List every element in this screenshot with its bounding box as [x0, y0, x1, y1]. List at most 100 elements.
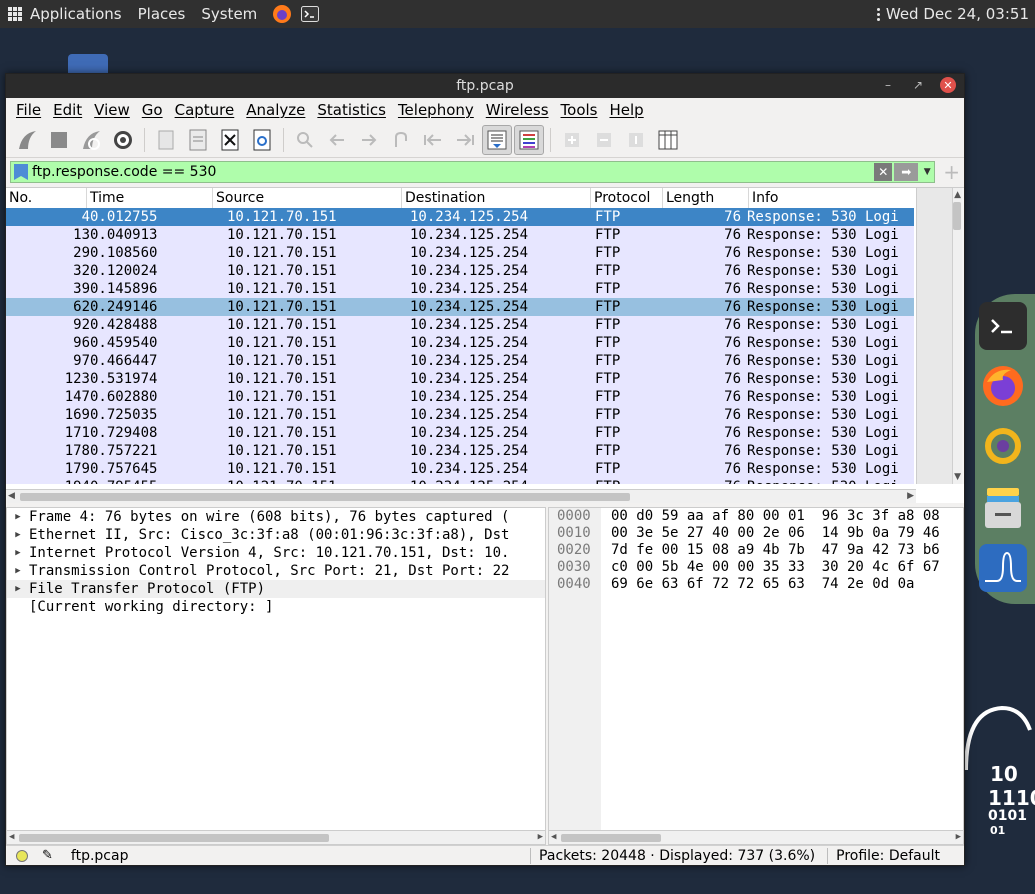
- scroll-right-icon[interactable]: ▶: [907, 491, 914, 501]
- edit-comment-icon[interactable]: ✎: [42, 848, 53, 863]
- zoom-out-icon[interactable]: [589, 125, 619, 155]
- table-row[interactable]: 32 0.120024 10.121.70.151 10.234.125.254 FTP…: [6, 262, 914, 280]
- title-bar[interactable]: ftp.pcap – ↗ ✕: [6, 74, 964, 98]
- menu-telephony[interactable]: Telephony: [392, 101, 480, 119]
- scroll-left-icon[interactable]: ◀: [8, 491, 15, 501]
- tree-item[interactable]: [Current working directory: ]: [7, 598, 545, 616]
- details-hscroll-thumb[interactable]: [19, 834, 329, 842]
- col-header-no[interactable]: No.: [6, 188, 87, 208]
- applications-menu[interactable]: Applications: [0, 0, 130, 28]
- dock-files-icon[interactable]: [979, 484, 1027, 532]
- firefox-launcher-icon[interactable]: [271, 3, 293, 25]
- maximize-button[interactable]: ↗: [910, 77, 926, 93]
- places-menu[interactable]: Places: [130, 0, 194, 28]
- table-row[interactable]: 178 0.757221 10.121.70.151 10.234.125.254 FT…: [6, 442, 914, 460]
- bytes-hscroll[interactable]: ◀ ▶: [549, 830, 963, 844]
- table-row[interactable]: 4 0.012755 10.121.70.151 10.234.125.254 FTP 7…: [6, 208, 914, 226]
- col-header-destination[interactable]: Destination: [402, 188, 591, 208]
- colorize-icon[interactable]: [514, 124, 544, 155]
- menu-analyze[interactable]: Analyze: [240, 101, 311, 119]
- autoscroll-icon[interactable]: [482, 124, 512, 155]
- expand-arrow-icon[interactable]: ▶: [7, 526, 29, 544]
- find-packet-icon[interactable]: [290, 125, 320, 155]
- details-hscroll[interactable]: ◀ ▶: [7, 830, 545, 844]
- open-file-icon[interactable]: [151, 125, 181, 155]
- byte-hex-row[interactable]: 00 3e 5e 27 40 00 2e 06 14 9b 0a 79 46: [611, 525, 940, 542]
- byte-hex-row[interactable]: 69 6e 63 6f 72 72 65 63 74 2e 0d 0a: [611, 576, 940, 593]
- byte-hex-row[interactable]: 00 d0 59 aa af 80 00 01 96 3c 3f a8 08: [611, 508, 940, 525]
- tree-item[interactable]: ▶ Internet Protocol Version 4, Src: 10.12…: [7, 544, 545, 562]
- col-header-protocol[interactable]: Protocol: [591, 188, 663, 208]
- table-row[interactable]: 1940.79545510.121.70.15110.234.125.254FT…: [6, 478, 914, 484]
- menu-capture[interactable]: Capture: [169, 101, 241, 119]
- scroll-up-icon[interactable]: ▲: [954, 190, 961, 200]
- table-row[interactable]: 169 0.725035 10.121.70.151 10.234.125.254 FT…: [6, 406, 914, 424]
- menu-go[interactable]: Go: [136, 101, 169, 119]
- table-row[interactable]: 147 0.602880 10.121.70.151 10.234.125.254 FT…: [6, 388, 914, 406]
- menu-help[interactable]: Help: [603, 101, 649, 119]
- table-row[interactable]: 13 0.040913 10.121.70.151 10.234.125.254 FTP…: [6, 226, 914, 244]
- details-scroll-right-icon[interactable]: ▶: [538, 832, 543, 842]
- col-header-time[interactable]: Time: [87, 188, 213, 208]
- table-row[interactable]: 171 0.729408 10.121.70.151 10.234.125.254 FT…: [6, 424, 914, 442]
- apply-filter-icon[interactable]: ➡: [894, 163, 919, 181]
- expand-arrow-icon[interactable]: ▶: [7, 508, 29, 526]
- terminal-launcher-icon[interactable]: [299, 3, 321, 25]
- menu-tools[interactable]: Tools: [555, 101, 604, 119]
- normal-size-icon[interactable]: [621, 125, 651, 155]
- add-filter-button-icon[interactable]: +: [943, 160, 960, 184]
- resize-columns-icon[interactable]: [653, 125, 683, 155]
- table-row[interactable]: 123 0.531974 10.121.70.151 10.234.125.254 FT…: [6, 370, 914, 388]
- tree-item[interactable]: ▶ Transmission Control Protocol, Src Port…: [7, 562, 545, 580]
- scroll-down-icon[interactable]: ▼: [954, 472, 961, 482]
- tree-item[interactable]: ▶ Frame 4: 76 bytes on wire (608 bits), 7…: [7, 508, 545, 526]
- table-row[interactable]: 179 0.757645 10.121.70.151 10.234.125.254 FT…: [6, 460, 914, 478]
- close-button[interactable]: ✕: [940, 77, 956, 93]
- expand-arrow-icon[interactable]: ▶: [7, 580, 29, 598]
- menu-edit[interactable]: Edit: [47, 101, 88, 119]
- col-header-source[interactable]: Source: [213, 188, 402, 208]
- go-back-icon[interactable]: [322, 125, 352, 155]
- table-row[interactable]: 92 0.428488 10.121.70.151 10.234.125.254 FTP…: [6, 316, 914, 334]
- clock[interactable]: Wed Dec 24, 03:51: [876, 0, 1029, 28]
- table-row[interactable]: 62 0.249146 10.121.70.151 10.234.125.254 FTP…: [6, 298, 914, 316]
- go-forward-icon[interactable]: [354, 125, 384, 155]
- bytes-scroll-left-icon[interactable]: ◀: [551, 832, 556, 842]
- dock-firefox-icon[interactable]: [979, 362, 1027, 410]
- status-profile[interactable]: Profile: Default: [836, 848, 940, 864]
- table-row[interactable]: 29 0.108560 10.121.70.151 10.234.125.254 FTP…: [6, 244, 914, 262]
- stop-capture-icon[interactable]: [44, 125, 74, 155]
- table-row[interactable]: 39 0.145896 10.121.70.151 10.234.125.254 FTP…: [6, 280, 914, 298]
- table-row[interactable]: 97 0.466447 10.121.70.151 10.234.125.254 FTP…: [6, 352, 914, 370]
- packet-list-hscroll[interactable]: ◀ ▶: [6, 489, 916, 503]
- packet-list-vscroll-thumb[interactable]: [953, 202, 961, 230]
- bookmark-icon[interactable]: [14, 164, 28, 180]
- bytes-hscroll-thumb[interactable]: [561, 834, 661, 842]
- tree-item[interactable]: ▶ Ethernet II, Src: Cisco_3c:3f:a8 (00:01…: [7, 526, 545, 544]
- dock-monitor-icon[interactable]: [979, 544, 1027, 592]
- first-packet-icon[interactable]: [418, 125, 448, 155]
- zoom-in-icon[interactable]: [557, 125, 587, 155]
- go-to-packet-icon[interactable]: [386, 125, 416, 155]
- save-file-icon[interactable]: [183, 125, 213, 155]
- dock-terminal-icon[interactable]: [979, 302, 1027, 350]
- start-capture-icon[interactable]: [12, 125, 42, 155]
- close-file-icon[interactable]: [215, 125, 245, 155]
- expand-arrow-icon[interactable]: ▶: [7, 544, 29, 562]
- bytes-scroll-right-icon[interactable]: ▶: [956, 832, 961, 842]
- clear-filter-icon[interactable]: ✕: [874, 163, 893, 181]
- byte-hex-row[interactable]: c0 00 5b 4e 00 00 35 33 30 20 4c 6f 67: [611, 559, 940, 576]
- menu-file[interactable]: File: [10, 101, 47, 119]
- col-header-info[interactable]: Info: [749, 188, 914, 208]
- expert-info-icon[interactable]: [16, 849, 28, 862]
- menu-wireless[interactable]: Wireless: [480, 101, 555, 119]
- tree-item[interactable]: ▶ File Transfer Protocol (FTP): [7, 580, 545, 598]
- byte-hex-row[interactable]: 7d fe 00 15 08 a9 4b 7b 47 9a 42 73 b6: [611, 542, 940, 559]
- system-menu[interactable]: System: [193, 0, 265, 28]
- reload-file-icon[interactable]: [247, 125, 277, 155]
- filter-history-icon[interactable]: ▼: [920, 163, 934, 181]
- bytes-hex[interactable]: 00 d0 59 aa af 80 00 01 96 3c 3f a8 08 00…: [611, 508, 940, 593]
- packet-list-hscroll-thumb[interactable]: [20, 493, 630, 501]
- dock-sync-icon[interactable]: [979, 422, 1027, 470]
- details-scroll-left-icon[interactable]: ◀: [9, 832, 14, 842]
